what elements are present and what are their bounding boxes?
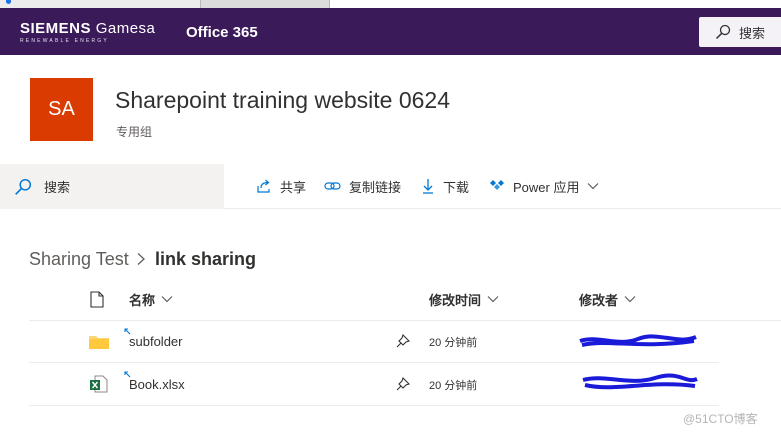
watermark: @51CTO博客 (683, 412, 758, 426)
share-icon (257, 179, 270, 193)
share-button[interactable]: 共享 (256, 164, 306, 208)
column-modified-by-label: 修改者 (579, 292, 619, 308)
column-header-modified-by[interactable]: 修改者 (579, 281, 636, 317)
suite-bar: SIEMENS Gamesa RENEWABLE ENERGY Office 3… (0, 8, 781, 55)
site-logo[interactable]: SA (30, 78, 93, 141)
column-name-label: 名称 (129, 292, 156, 308)
breadcrumb-current: link sharing (155, 249, 257, 269)
breadcrumb-parent[interactable]: Sharing Test (29, 249, 129, 270)
chevron-down-icon (624, 296, 636, 303)
power-apps-label: Power 应用 (513, 179, 580, 195)
file-name[interactable]: subfolder (129, 334, 182, 349)
chevron-right-icon (137, 253, 145, 265)
site-search-label: 搜索 (44, 180, 71, 195)
chevron-down-icon (487, 296, 499, 303)
file-type-header-icon[interactable] (90, 291, 104, 308)
share-label: 共享 (280, 179, 307, 195)
brand-secondary: Gamesa (95, 20, 156, 37)
column-header-modified[interactable]: 修改时间 (429, 281, 499, 317)
suite-search-label: 搜索 (739, 25, 766, 41)
chevron-down-icon (588, 183, 599, 190)
brand-tagline: RENEWABLE ENERGY (20, 38, 109, 44)
redaction-scribble (582, 373, 698, 390)
site-logo-initials: SA (48, 98, 75, 120)
brand-main: SIEMENS (20, 20, 92, 37)
search-icon (715, 24, 731, 40)
site-group-type: 专用组 (116, 125, 153, 139)
tab-favicon-icon (6, 0, 11, 4)
power-apps-button[interactable]: Power 应用 (489, 164, 599, 208)
modified-time: 20 分钟前 (429, 380, 478, 392)
copy-link-button[interactable]: 复制链接 (324, 164, 401, 208)
copy-link-label: 复制链接 (349, 179, 402, 195)
download-label: 下载 (443, 179, 470, 195)
browser-tab[interactable] (0, 0, 200, 8)
app-launcher-title[interactable]: Office 365 (186, 24, 258, 41)
folder-icon (89, 336, 109, 349)
pin-icon[interactable] (396, 334, 410, 348)
column-modified-label: 修改时间 (429, 292, 482, 308)
download-button[interactable]: 下载 (421, 164, 469, 208)
browser-tab-active[interactable] (200, 0, 330, 8)
company-logo[interactable]: SIEMENS Gamesa RENEWABLE ENERGY (20, 20, 155, 44)
redaction-scribble (579, 334, 697, 347)
row-divider (29, 405, 719, 406)
suite-search-box[interactable]: 搜索 (699, 17, 781, 47)
row-divider (29, 362, 719, 363)
power-apps-icon (490, 180, 504, 190)
excel-icon (90, 375, 108, 393)
chevron-down-icon (161, 296, 173, 303)
browser-tab-strip (0, 0, 781, 8)
site-title[interactable]: Sharepoint training website 0624 (115, 87, 450, 114)
column-header-name[interactable]: 名称 (129, 281, 173, 317)
link-icon (324, 182, 341, 190)
site-search-box[interactable]: 搜索 (0, 164, 224, 209)
pin-icon[interactable] (396, 377, 410, 391)
download-icon (423, 179, 433, 194)
header-divider (29, 320, 781, 321)
command-bar: 共享 复制链接 下载 Power 应用 (224, 164, 781, 209)
file-name[interactable]: Book.xlsx (129, 377, 185, 392)
search-icon (15, 178, 32, 195)
modified-time: 20 分钟前 (429, 337, 478, 349)
